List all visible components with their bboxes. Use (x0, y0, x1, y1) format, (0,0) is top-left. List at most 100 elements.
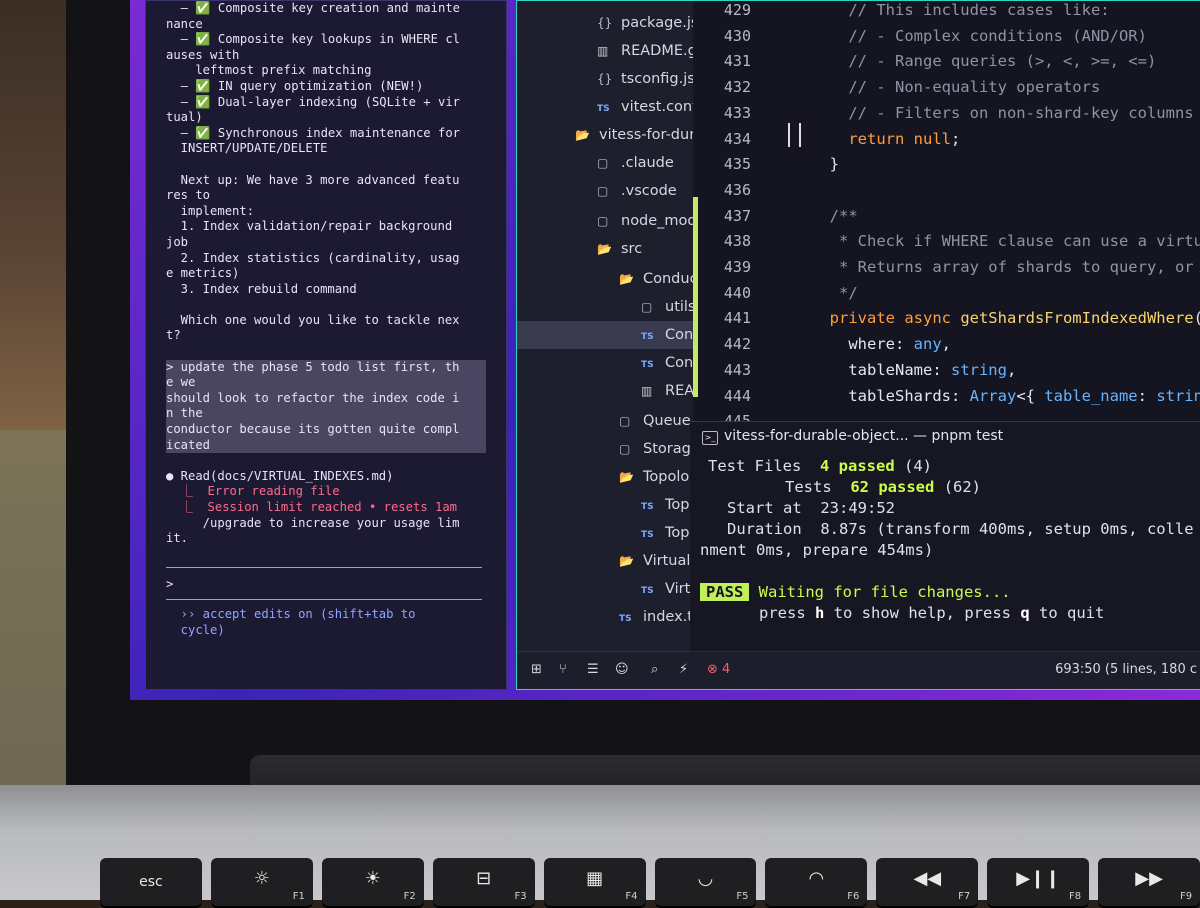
claude-line: job (166, 234, 189, 249)
explorer-item[interactable]: TS Virtu (641, 575, 693, 603)
explorer-item-label: src (621, 241, 643, 257)
claude-line: ⎿ Session limit reached • resets 1am (166, 500, 458, 514)
duration-row: Duration 8.87s (transform 400ms, setup 0… (727, 520, 1194, 538)
claude-line: should look to refactor the index code i (166, 390, 486, 407)
function-key[interactable]: ◠ F6 (765, 858, 868, 906)
error-count[interactable]: ⊗ 4 (707, 662, 730, 677)
explorer-item[interactable]: ▢ .vscode (597, 177, 677, 205)
code-line: */ (811, 283, 858, 302)
explorer-item-label: Con (665, 327, 693, 343)
explorer-item-label: index.ts (643, 609, 693, 625)
folder-icon: ▢ (597, 214, 609, 228)
explorer-item-label: package.js (621, 15, 693, 31)
cursor-position[interactable]: 693:50 (5 lines, 180 c (1055, 662, 1197, 677)
claude-line: res to (166, 188, 211, 203)
typescript-file-icon: TS (641, 586, 654, 596)
accounts-icon[interactable]: ☺ (615, 662, 629, 677)
line-number: 437 (723, 206, 751, 225)
terminal-panel[interactable]: >_ vitess-for-durable-object... — pnpm te… (690, 421, 1200, 652)
readme-file-icon: ▥ (641, 384, 653, 398)
search-icon[interactable]: ⌕ (651, 662, 658, 677)
folder-icon: 📂 (619, 554, 634, 568)
explorer-item[interactable]: ▢ Storage (619, 435, 693, 463)
start-row: Start at 23:49:52 (727, 499, 895, 517)
file-explorer: {} package.js ▥ README.g {} tsconfig.js TS vite… (517, 1, 693, 651)
code-line: where: any, (811, 335, 951, 354)
folder-icon: ▢ (597, 184, 609, 198)
explorer-item[interactable]: TS Topo (641, 519, 693, 547)
function-key-row: esc ☼ F1 ☀ F2 ⊟ F3 ▦ F4 ◡ F5 ◠ F6 ◀◀ F7 ▶❙❙ F8 ▶▶ F9 (100, 858, 1200, 908)
line-number: 441 (723, 309, 751, 328)
claude-line: – ✅ Synchronous index maintenance for (166, 125, 460, 140)
claude-line: e we (166, 375, 486, 391)
explorer-item-label: node_mod (621, 213, 693, 229)
claude-line: e metrics) (166, 266, 240, 281)
lightning-icon[interactable]: ⚡ (679, 662, 688, 677)
typescript-file-icon: TS (641, 360, 654, 370)
code-line: * Returns array of shards to query, or n (811, 258, 1200, 276)
explorer-item[interactable]: ▢ node_mod (597, 207, 693, 235)
explorer-item[interactable]: 📂 vitess-for-dura (575, 121, 693, 149)
explorer-item[interactable]: TS index.ts (619, 603, 693, 631)
explorer-item-label: .claude (621, 155, 674, 171)
explorer-item[interactable]: TS Con (641, 349, 693, 377)
typescript-file-icon: TS (641, 530, 654, 540)
claude-line (166, 157, 486, 173)
source-control-icon[interactable]: ⑂ (559, 662, 567, 677)
line-number: 430 (723, 26, 751, 45)
terminal-tab-title: vitess-for-durable-object... — pnpm test (724, 428, 1004, 444)
explorer-item[interactable]: 📂 VirtualI (619, 547, 693, 575)
explorer-item-label: Topo (665, 525, 693, 541)
claude-line: /upgrade to increase your usage lim (166, 515, 460, 530)
code-line: // - Complex conditions (AND/OR) (811, 26, 1147, 45)
explorer-item[interactable]: 📂 src (597, 235, 642, 263)
explorer-item[interactable]: TS Topo (641, 491, 693, 519)
function-key[interactable]: ▦ F4 (543, 858, 646, 906)
claude-line (166, 344, 486, 360)
line-number: 429 (723, 1, 751, 19)
folder-icon: ▢ (619, 442, 631, 456)
function-key[interactable]: ◀◀ F7 (876, 858, 979, 906)
explorer-item-label: Topolo (643, 469, 690, 485)
explorer-icon[interactable]: ⊞ (531, 662, 542, 677)
claude-prompt-input[interactable]: > (166, 577, 173, 593)
function-key[interactable]: ◡ F5 (654, 858, 757, 906)
explorer-item[interactable]: TS vitest.conf (597, 93, 693, 121)
explorer-item[interactable]: ▢ Queue (619, 407, 691, 435)
explorer-item[interactable]: 📂 Conduc (619, 265, 693, 293)
explorer-item[interactable]: 📂 Topolo (619, 463, 689, 491)
claude-line: > update the phase 5 todo list first, th (166, 359, 486, 376)
claude-line: it. (166, 531, 189, 546)
function-key[interactable]: ☀ F2 (321, 858, 424, 906)
status-bar: ⊞ ⑂ ☰ ☺ ⌕ ⚡ ⊗ 4 693:50 (5 lines, 180 c (517, 651, 1200, 688)
esc-key[interactable]: esc (100, 858, 202, 906)
explorer-item[interactable]: ▢ utils (641, 293, 693, 321)
function-key[interactable]: ☼ F1 (210, 858, 313, 906)
claude-line: INSERT/UPDATE/DELETE (166, 141, 328, 156)
claude-line: t? (166, 328, 181, 343)
line-number: 431 (723, 52, 751, 71)
accept-edits-hint: ›› accept edits on (shift+tab to (166, 607, 416, 621)
claude-line: 2. Index statistics (cardinality, usag (166, 250, 460, 265)
explorer-item[interactable]: ▢ .claude (597, 149, 674, 177)
folder-icon: 📂 (619, 470, 634, 484)
code-line: return null; (811, 129, 961, 148)
list-icon[interactable]: ☰ (587, 662, 599, 677)
explorer-item[interactable]: ▥ README.g (597, 37, 693, 65)
folder-icon: 📂 (597, 242, 612, 256)
explorer-item-label: .vscode (621, 183, 677, 199)
terminal-icon: >_ (702, 431, 718, 445)
claude-line: nance (166, 16, 203, 31)
json-file-icon: {} (597, 72, 613, 86)
function-key[interactable]: ▶❙❙ F8 (987, 858, 1090, 906)
function-key[interactable]: ▶▶ F9 (1098, 858, 1200, 906)
explorer-item[interactable]: TS Con (641, 321, 693, 349)
explorer-item[interactable]: {} tsconfig.js (597, 65, 693, 93)
explorer-item-label: vitess-for-dura (599, 127, 693, 143)
explorer-item[interactable]: {} package.js (597, 9, 693, 37)
function-key[interactable]: ⊟ F3 (432, 858, 535, 906)
claude-line (166, 297, 486, 313)
explorer-item[interactable]: ▥ REA (641, 377, 693, 405)
claude-line: icated (166, 437, 486, 454)
terminal-tab[interactable]: >_ vitess-for-durable-object... — pnpm te… (702, 428, 1003, 445)
